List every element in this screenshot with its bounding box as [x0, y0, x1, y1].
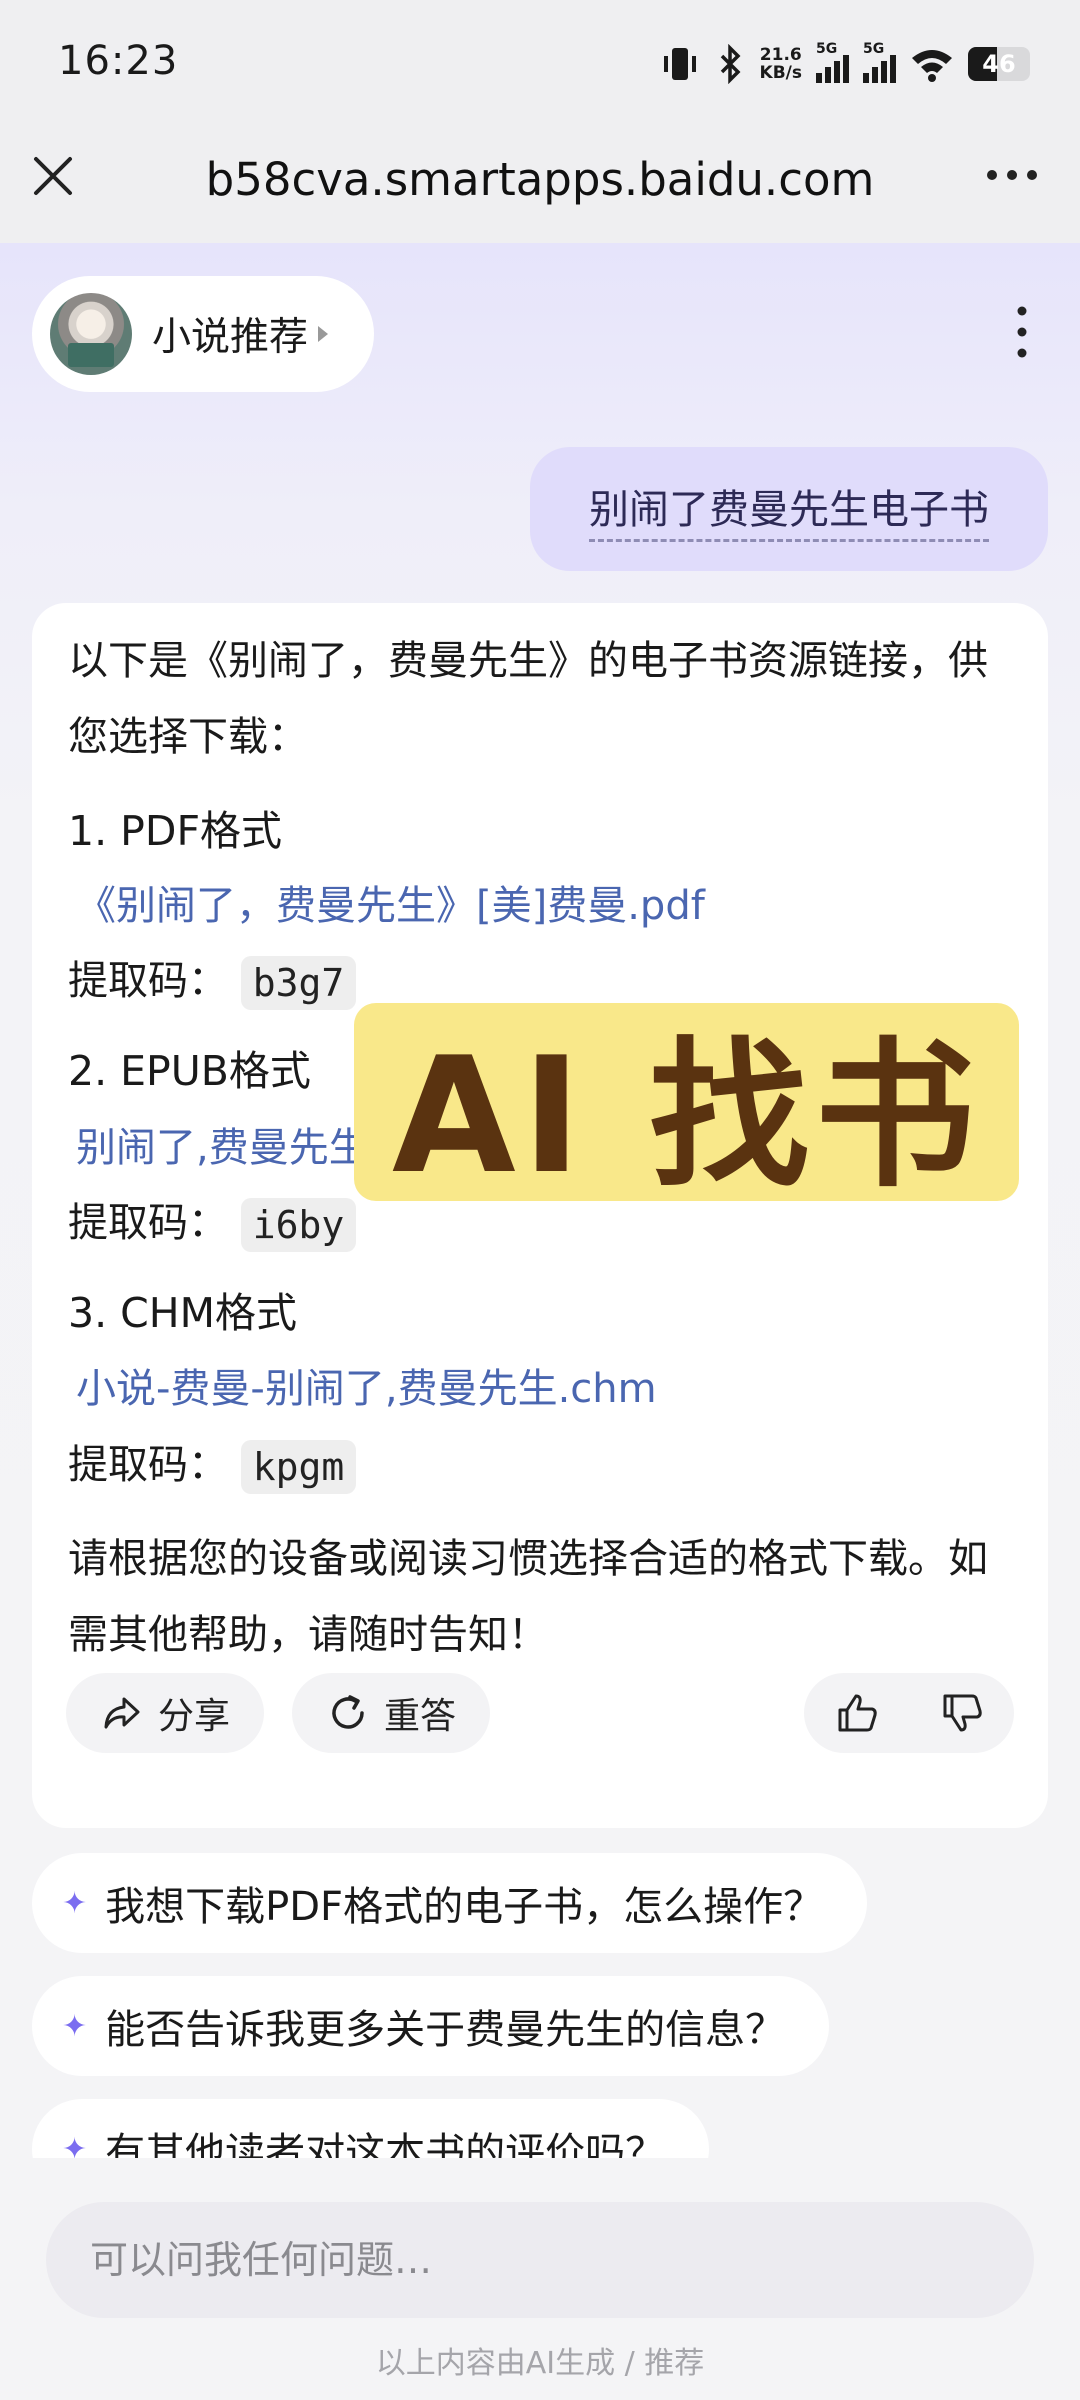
chat-input[interactable]: 可以问我任何问题…: [46, 2202, 1034, 2318]
sparkle-icon: ✦: [62, 2008, 88, 2044]
thumbs-up-icon[interactable]: [834, 1690, 880, 1736]
page-url: b58cva.smartapps.baidu.com: [205, 153, 875, 206]
format-heading: 3. CHM格式: [68, 1289, 297, 1337]
feedback-group: [804, 1673, 1014, 1753]
agent-selector[interactable]: 小说推荐: [32, 276, 374, 392]
extract-code[interactable]: i6by: [240, 1198, 357, 1252]
format-heading: 1. PDF格式: [68, 807, 283, 855]
sparkle-icon: ✦: [62, 1885, 88, 1921]
download-link[interactable]: 别闹了,费曼先生: [76, 1110, 369, 1186]
status-time: 16:23: [58, 38, 179, 84]
extract-code[interactable]: b3g7: [240, 956, 357, 1010]
status-bar: 16:23 21.6 KB/s 5G 5G 46: [0, 0, 1080, 125]
suggestion-chip[interactable]: ✦ 能否告诉我更多关于费曼先生的信息？: [32, 1976, 830, 2076]
refresh-icon: [332, 1695, 364, 1729]
extract-code[interactable]: kpgm: [240, 1440, 357, 1494]
user-message-text[interactable]: 别闹了费曼先生电子书: [589, 477, 989, 542]
avatar: [50, 293, 132, 375]
battery-icon: 46: [968, 47, 1030, 81]
thumbs-down-icon[interactable]: [939, 1690, 985, 1736]
download-link[interactable]: 《别闹了，费曼先生》[美]费曼.pdf: [76, 868, 705, 944]
url-bar: b58cva.smartapps.baidu.com: [0, 125, 1080, 243]
extract-code-row: 提取码： i6by: [68, 1185, 357, 1261]
answer-closing: 请根据您的设备或阅读习惯选择合适的格式下载。如需其他帮助，请随时告知！: [68, 1536, 988, 1658]
wifi-icon: [912, 50, 952, 82]
network-speed: 21.6 KB/s: [759, 45, 802, 83]
extract-code-row: 提取码： b3g7: [68, 943, 357, 1019]
input-area: 可以问我任何问题… 以上内容由AI生成 / 推荐: [0, 2158, 1080, 2400]
ai-disclaimer: 以上内容由AI生成 / 推荐: [375, 2346, 705, 2381]
suggestion-chip[interactable]: ✦ 我想下载PDF格式的电子书，怎么操作？: [32, 1853, 868, 1953]
user-message: 别闹了费曼先生电子书: [530, 447, 1048, 571]
vibrate-icon: [663, 48, 696, 80]
bluetooth-icon: [720, 44, 741, 84]
extract-code-label: 提取码：: [68, 958, 228, 1004]
extract-code-row: 提取码： kpgm: [68, 1427, 357, 1503]
chevron-right-icon: [318, 326, 329, 342]
regenerate-button[interactable]: 重答: [292, 1673, 490, 1753]
answer-intro: 以下是《别闹了，费曼先生》的电子书资源链接，供您选择下载：: [68, 638, 988, 760]
suggestion-chip[interactable]: ✦ 有其他读者对这本书的评价吗？: [32, 2099, 710, 2159]
share-button[interactable]: 分享: [66, 1673, 264, 1753]
more-vertical-icon[interactable]: [1012, 305, 1032, 359]
signal-2-icon: 5G: [863, 41, 896, 83]
format-heading: 2. EPUB格式: [68, 1047, 311, 1095]
agent-name: 小说推荐: [152, 315, 309, 360]
extract-code-label: 提取码：: [68, 1200, 228, 1246]
sparkle-icon: ✦: [62, 2131, 88, 2159]
extract-code-label: 提取码：: [68, 1442, 228, 1488]
status-icons: 21.6 KB/s 5G 5G 46: [660, 40, 1030, 88]
chat-area[interactable]: 小说推荐 别闹了费曼先生电子书 以下是《别闹了，费曼先生》的电子书资源链接，供您…: [0, 243, 1080, 2158]
overlay-banner: AI 找书: [354, 1003, 1019, 1209]
more-horizontal-icon[interactable]: [982, 155, 1042, 195]
share-icon: [104, 1697, 140, 1729]
signal-1-icon: 5G: [816, 41, 849, 83]
download-link[interactable]: 小说-费曼-别闹了,费曼先生.chm: [76, 1351, 657, 1427]
